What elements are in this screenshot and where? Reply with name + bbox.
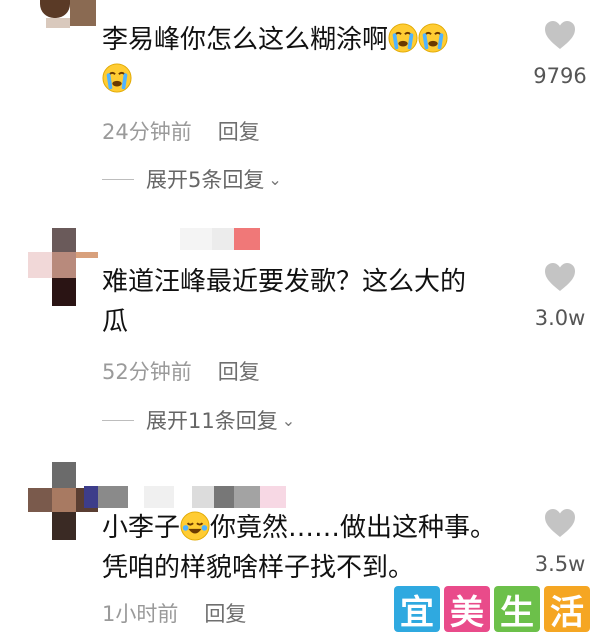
- chevron-down-icon: ⌄: [268, 169, 282, 189]
- expand-replies-button[interactable]: 展开11条回复 ⌄: [102, 405, 295, 435]
- comment-text: 小李子 你竟然……做出这种事。 凭咱的样貌啥样子找不到。: [102, 511, 497, 583]
- watermark-char: 活: [544, 586, 590, 633]
- nickname[interactable]: [84, 486, 294, 508]
- crying-emoji-icon: [388, 23, 418, 53]
- expand-replies-label: 展开11条回复: [146, 409, 278, 433]
- watermark-char: 宜: [394, 586, 440, 633]
- comment-meta: 52分钟前 回复: [102, 356, 260, 386]
- heart-icon: [544, 262, 576, 292]
- like-button[interactable]: 3.0w: [524, 262, 596, 330]
- nickname[interactable]: [180, 228, 272, 250]
- watermark-char: 美: [444, 586, 490, 633]
- like-count: 3.5w: [534, 552, 586, 576]
- timestamp: 24分钟前: [102, 120, 192, 144]
- timestamp: 1小时前: [102, 602, 179, 626]
- avatar[interactable]: [22, 462, 98, 562]
- timestamp: 52分钟前: [102, 360, 192, 384]
- reply-button[interactable]: 回复: [204, 602, 246, 626]
- watermark: 宜 美 生 活: [394, 586, 590, 633]
- like-button[interactable]: 9796: [524, 20, 596, 88]
- expand-replies-label: 展开5条回复: [146, 168, 265, 192]
- chevron-down-icon: ⌄: [281, 410, 296, 430]
- divider: [102, 419, 134, 421]
- crying-emoji-icon: [418, 23, 448, 53]
- heart-icon: [544, 508, 576, 538]
- comment-text: 李易峰你怎么这么糊涂啊: [102, 20, 522, 100]
- like-count: 3.0w: [534, 306, 586, 330]
- comment-meta: 1小时前 回复: [102, 598, 246, 628]
- avatar[interactable]: [22, 228, 98, 328]
- laughing-crying-emoji-icon: [180, 511, 210, 541]
- watermark-char: 生: [494, 586, 540, 633]
- reply-button[interactable]: 回复: [218, 120, 260, 144]
- like-button[interactable]: 3.5w: [524, 508, 596, 576]
- expand-replies-button[interactable]: 展开5条回复 ⌄: [102, 164, 282, 194]
- crying-emoji-icon: [102, 63, 132, 93]
- heart-icon: [544, 20, 576, 50]
- comment-text: 难道汪峰最近要发歌？这么大的 瓜: [102, 267, 467, 337]
- reply-button[interactable]: 回复: [218, 360, 260, 384]
- like-count: 9796: [533, 64, 587, 88]
- comment-meta: 24分钟前 回复: [102, 116, 260, 146]
- avatar[interactable]: [22, 0, 96, 44]
- divider: [102, 178, 134, 180]
